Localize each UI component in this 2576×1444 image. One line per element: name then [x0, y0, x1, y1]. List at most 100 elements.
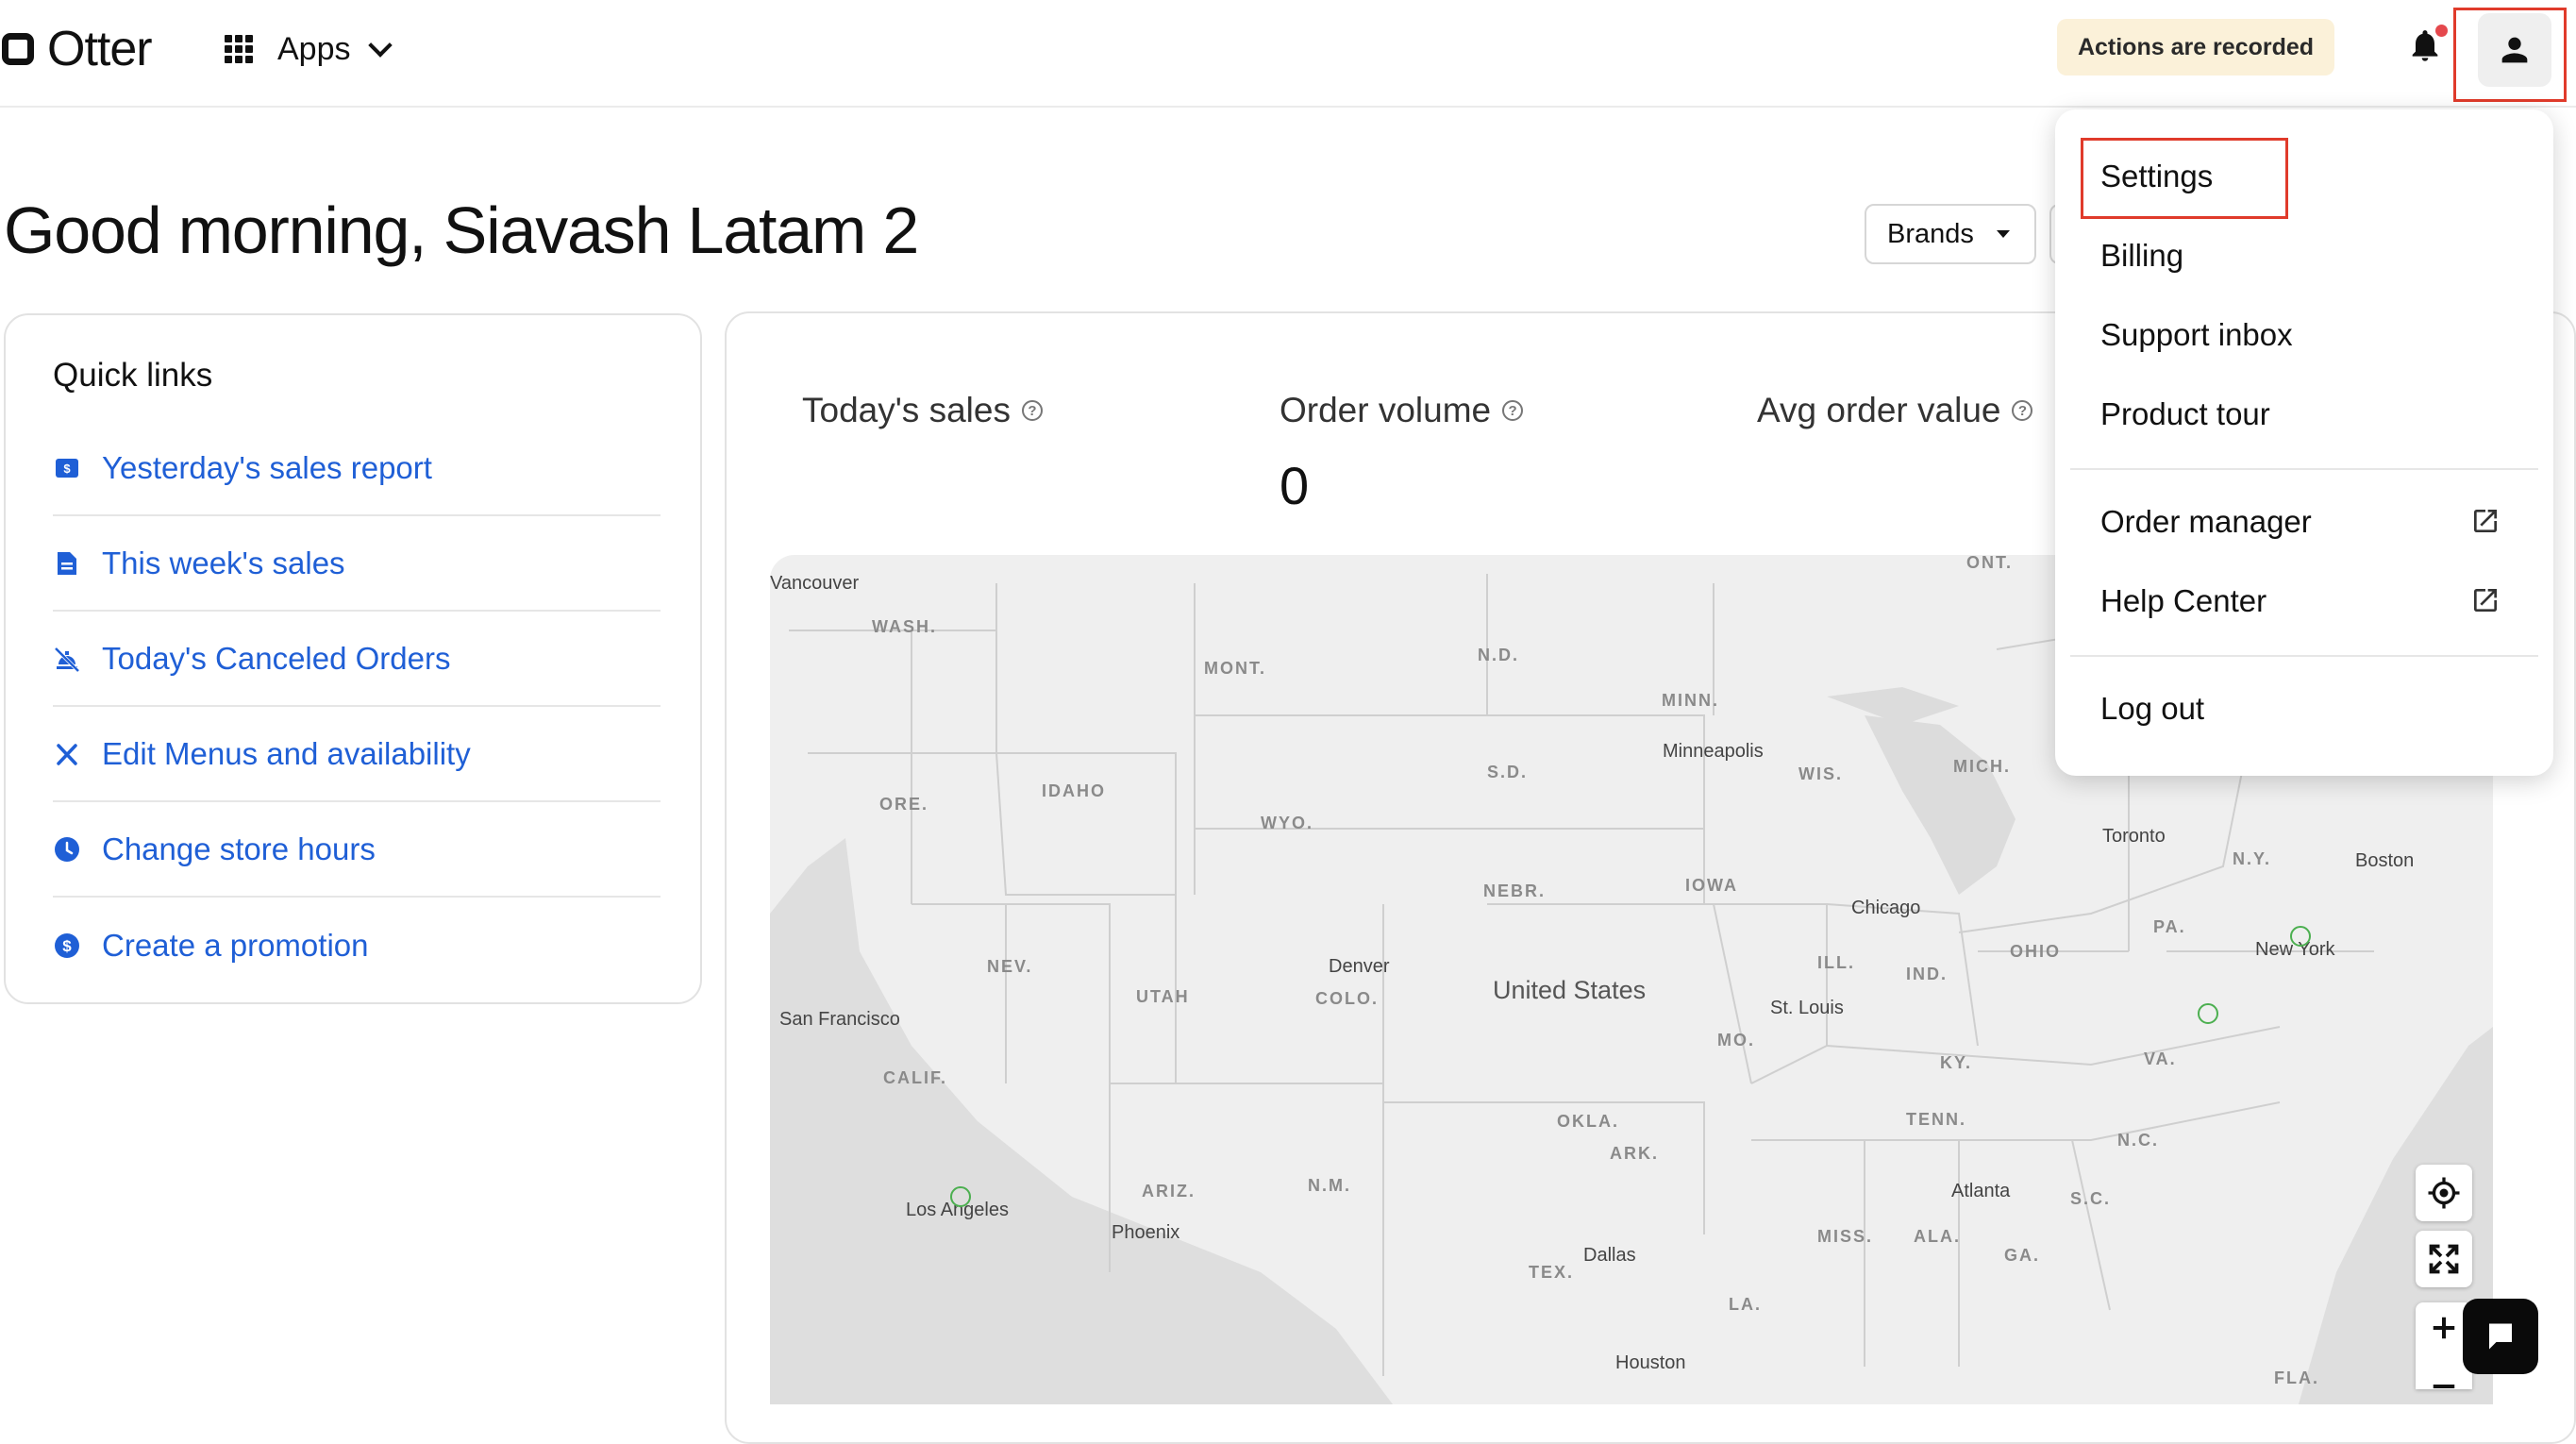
zoom-out-icon[interactable] — [2430, 1372, 2458, 1401]
chat-icon — [2489, 1323, 2512, 1350]
document-icon — [53, 549, 81, 578]
svg-text:$: $ — [62, 937, 72, 955]
dollar-doc-icon: $ — [53, 454, 81, 482]
apps-label: Apps — [277, 30, 351, 67]
menu-item-product-tour[interactable]: Product tour — [2100, 381, 2270, 447]
menu-item-support-inbox[interactable]: Support inbox — [2100, 302, 2293, 368]
map-label: ILL. — [1817, 953, 1855, 972]
quick-link-create-promotion[interactable]: $ Create a promotion — [53, 898, 661, 993]
map-city: Phoenix — [1112, 1222, 1179, 1243]
metric-label: Today's sales — [802, 391, 1011, 429]
menu-item-help-center[interactable]: Help Center — [2100, 568, 2267, 634]
help-icon[interactable]: ? — [1502, 400, 1524, 421]
zoom-in-icon[interactable] — [2430, 1314, 2458, 1342]
logo-text: Otter — [47, 22, 153, 76]
external-link-icon — [2474, 589, 2497, 612]
map-label: UTAH — [1136, 987, 1190, 1006]
map-label: LA. — [1729, 1295, 1762, 1314]
utensils-icon — [53, 740, 81, 768]
map-city: Houston — [1615, 1352, 1686, 1373]
menu-item-billing[interactable]: Billing — [2100, 223, 2183, 289]
quick-link-this-weeks-sales[interactable]: This week's sales — [53, 516, 661, 612]
map-label: WASH. — [872, 617, 937, 636]
map-label: KY. — [1940, 1053, 1972, 1072]
metric-todays-sales: Today's sales ? — [802, 391, 1043, 430]
notifications-button[interactable] — [2406, 25, 2448, 70]
map-label: TEX. — [1529, 1263, 1574, 1282]
map-city: St. Louis — [1770, 998, 1844, 1018]
map-city: Vancouver — [770, 573, 859, 594]
map-label: MINN. — [1662, 691, 1719, 710]
top-bar: Otter Apps Actions are recorded — [0, 0, 2576, 108]
apps-grid-icon — [225, 35, 253, 63]
brands-filter-dropdown[interactable]: Brands — [1865, 204, 2036, 264]
map-label: N.C. — [2117, 1131, 2159, 1150]
map-label: OKLA. — [1557, 1112, 1619, 1131]
map-label: NEBR. — [1483, 882, 1546, 900]
settings-highlight — [2081, 138, 2288, 219]
menu-item-log-out[interactable]: Log out — [2100, 676, 2204, 742]
metric-avg-order-value: Avg order value ? — [1757, 391, 2033, 430]
quick-link-store-hours[interactable]: Change store hours — [53, 802, 661, 898]
map-city: Chicago — [1851, 898, 1920, 918]
quick-link-label: Create a promotion — [102, 927, 369, 963]
map-label: CALIF. — [883, 1068, 947, 1087]
actions-recorded-badge: Actions are recorded — [2057, 19, 2334, 76]
map-label: COLO. — [1315, 989, 1379, 1008]
apps-menu-button[interactable]: Apps — [225, 26, 393, 72]
clock-icon — [53, 835, 81, 864]
fit-bounds-button[interactable] — [2416, 1231, 2472, 1287]
map-label: N.M. — [1308, 1176, 1351, 1195]
map-label: N.Y. — [2233, 849, 2271, 868]
brands-filter-label: Brands — [1887, 218, 1974, 249]
quick-link-yesterdays-sales[interactable]: $ Yesterday's sales report — [53, 421, 661, 516]
map-label: MONT. — [1204, 659, 1266, 678]
map-label: ONT. — [1966, 555, 2013, 572]
map-label: ARK. — [1610, 1144, 1659, 1163]
map-label: MICH. — [1953, 757, 2011, 776]
external-link-icon — [2474, 510, 2497, 532]
map-label: S.C. — [2070, 1189, 2111, 1208]
quick-links-card: Quick links $ Yesterday's sales report T… — [4, 313, 702, 1004]
chat-support-button[interactable] — [2463, 1299, 2538, 1374]
locate-button[interactable] — [2416, 1165, 2472, 1221]
store-marker[interactable] — [2198, 1003, 2218, 1024]
chevron-down-icon — [367, 33, 393, 58]
quick-links-list: $ Yesterday's sales report This week's s… — [53, 421, 661, 993]
map-label: GA. — [2004, 1246, 2040, 1265]
map-label: FLA. — [2274, 1368, 2319, 1387]
quick-links-title: Quick links — [53, 357, 213, 394]
menu-item-order-manager[interactable]: Order manager — [2100, 489, 2312, 555]
map-label: WIS. — [1798, 764, 1843, 783]
map-label: ORE. — [879, 795, 928, 814]
map-city: New York — [2255, 939, 2335, 960]
map-label: ALA. — [1914, 1227, 1961, 1246]
quick-link-label: Change store hours — [102, 831, 376, 866]
map-label: PA. — [2153, 917, 2186, 936]
metric-label: Avg order value — [1757, 391, 2001, 429]
quick-link-canceled-orders[interactable]: Today's Canceled Orders — [53, 612, 661, 707]
map-label: MISS. — [1817, 1227, 1873, 1246]
metric-order-volume: Order volume ? — [1280, 391, 1524, 430]
help-icon[interactable]: ? — [1021, 400, 1043, 421]
notification-dot — [2435, 25, 2448, 37]
map-label: ARIZ. — [1142, 1182, 1196, 1201]
crosshair-icon — [2428, 1177, 2460, 1209]
otter-logo-mark-icon — [2, 33, 34, 65]
otter-logo[interactable]: Otter — [2, 22, 153, 76]
quick-link-label: Yesterday's sales report — [102, 449, 432, 485]
page-title: Good morning, Siavash Latam 2 — [4, 193, 919, 267]
order-volume-value: 0 — [1280, 456, 1310, 515]
map-city: Dallas — [1583, 1245, 1636, 1266]
map-label: OHIO — [2010, 942, 2061, 961]
menu-divider — [2070, 655, 2538, 657]
quick-link-edit-menus[interactable]: Edit Menus and availability — [53, 707, 661, 802]
map-city: San Francisco — [779, 1009, 900, 1030]
expand-icon — [2429, 1244, 2459, 1274]
canceled-orders-icon — [53, 645, 81, 673]
map-city: Minneapolis — [1663, 741, 1764, 762]
svg-text:$: $ — [63, 462, 71, 476]
map-label: NEV. — [987, 957, 1032, 976]
map-label: TENN. — [1906, 1110, 1966, 1129]
help-icon[interactable]: ? — [2012, 400, 2033, 421]
